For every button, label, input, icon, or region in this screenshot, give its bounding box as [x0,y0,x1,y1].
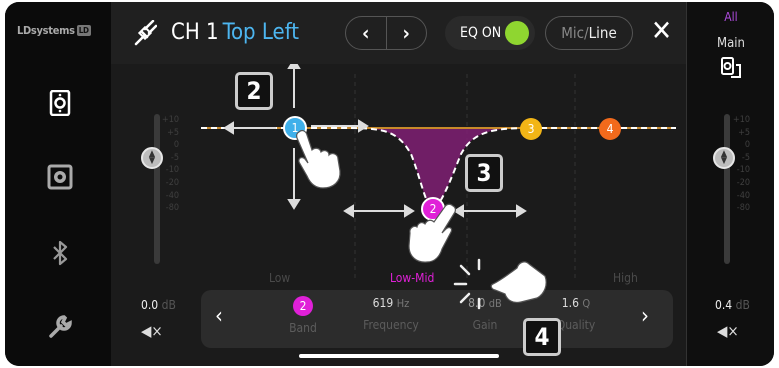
output-panel: All Main +10 +5 0 -5 -10 -20 -40 -80 ▲ ▼ 0.4 dB … [686,2,774,366]
main-output-label: Main [717,36,745,51]
mic-line-toggle[interactable]: Mic/Line [545,16,633,50]
speaker-icon[interactable] [45,162,75,192]
close-button[interactable]: ✕ [651,16,672,46]
output-level-readout: 0.4 dB [715,298,750,312]
eq-toggle-indicator [505,21,529,45]
band-region-low-mid: Low-Mid [390,271,435,285]
tap-hand-icon [296,129,341,189]
eq-toggle-label: EQ ON [460,25,502,41]
mute-icon[interactable]: ◀× [141,322,163,340]
callout-3: 3 [465,154,503,192]
next-band-button[interactable]: › [641,304,649,329]
input-level-readout: 0.0 dB [141,298,176,312]
app-window: LDsystems LD CH 1 Top Left ‹ › EQ ON Mic… [5,2,774,366]
band-region-low: Low [269,271,291,285]
band-parameters-bar: ‹ 2 Band 619 Hz Frequency 8.0 dB Gain 1.… [201,290,673,348]
eq-handle-3[interactable]: 3 [520,118,542,140]
bluetooth-icon[interactable] [45,238,75,268]
band-region-high: High [613,271,638,285]
callout-2: 2 [235,72,273,110]
eq-graph[interactable] [111,64,686,290]
brand-logo: LDsystems LD [17,24,91,37]
sidebar: LDsystems LD [5,2,111,366]
prev-band-button[interactable]: ‹ [215,304,223,329]
page-title: CH 1 Top Left [171,20,299,45]
prev-channel-button[interactable]: ‹ [346,17,387,49]
cable-icon [134,20,157,46]
speaker-front-icon[interactable] [45,88,75,118]
output-level-scale: +10 +5 0 -5 -10 -20 -40 -80 [732,115,750,214]
top-bar: CH 1 Top Left ‹ › EQ ON Mic/Line ✕ [111,2,686,64]
output-mute-icon[interactable]: ◀× [717,322,739,340]
callout-4: 4 [523,318,561,356]
channel-number: CH 1 [171,20,219,45]
channel-name: Top Left [222,20,300,45]
channel-nav: ‹ › [345,16,427,50]
all-output-label[interactable]: All [687,10,774,24]
frequency-param[interactable]: 619 Hz Frequency [351,296,431,332]
wrench-icon[interactable] [45,312,75,342]
eq-toggle[interactable]: EQ ON [445,16,535,50]
home-indicator [299,354,499,358]
output-level-knob[interactable]: ▲ ▼ [713,147,735,169]
next-channel-button[interactable]: › [387,17,427,49]
output-level-fader[interactable] [724,114,730,264]
eq-handle-4[interactable]: 4 [599,118,621,140]
band-param[interactable]: 2 Band [273,296,333,335]
speaker-link-icon[interactable] [720,56,744,80]
pinch-gesture-icon [453,258,547,310]
eq-main-panel: CH 1 Top Left ‹ › EQ ON Mic/Line ✕ +10 +5 0… [111,2,686,366]
